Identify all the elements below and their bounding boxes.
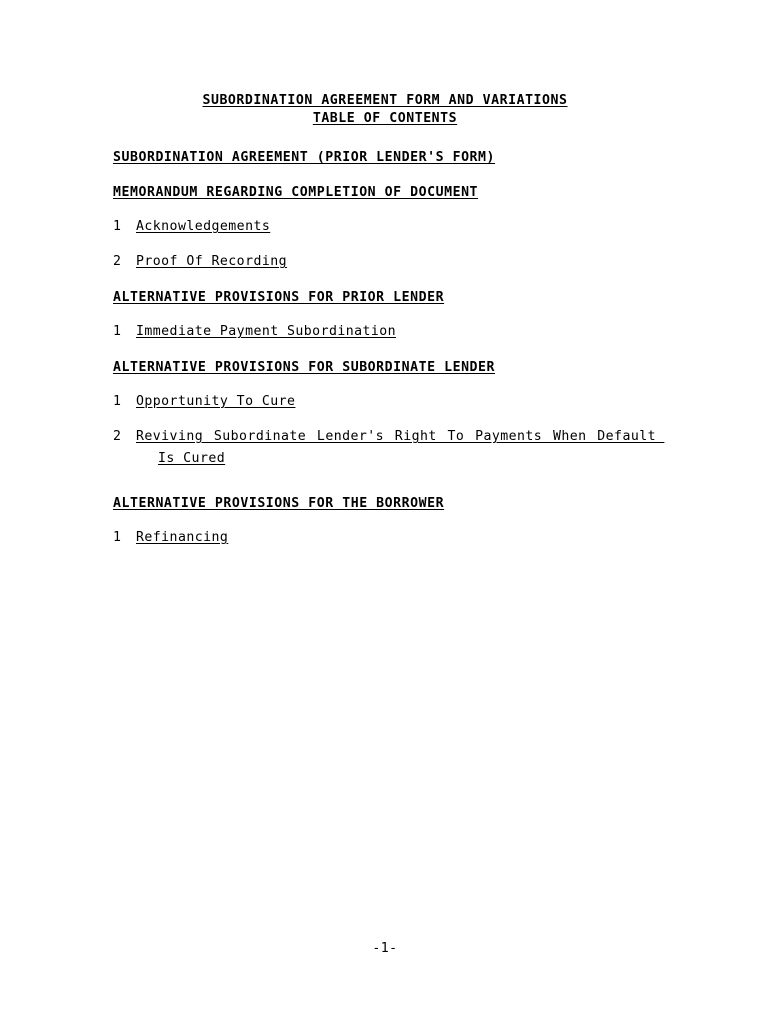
- toc-section-heading[interactable]: ALTERNATIVE PROVISIONS FOR PRIOR LENDER: [113, 290, 444, 305]
- toc-item: 2 Reviving Subordinate Lender's Right To…: [113, 426, 658, 470]
- toc-item-number: 1: [113, 530, 122, 545]
- toc-section-heading-row: ALTERNATIVE PROVISIONS FOR THE BORROWER: [113, 492, 658, 511]
- toc-item: 1 Opportunity To Cure: [113, 391, 658, 413]
- document-title-line-1: SUBORDINATION AGREEMENT FORM AND VARIATI…: [0, 92, 770, 110]
- toc-item: 2 Proof Of Recording: [113, 251, 658, 273]
- toc-item-number: 2: [113, 429, 122, 444]
- toc-section-heading[interactable]: ALTERNATIVE PROVISIONS FOR SUBORDINATE L…: [113, 360, 495, 375]
- document-title-block: SUBORDINATION AGREEMENT FORM AND VARIATI…: [0, 92, 770, 128]
- toc-section-heading[interactable]: SUBORDINATION AGREEMENT (PRIOR LENDER'S …: [113, 150, 495, 165]
- toc-item-link[interactable]: Proof Of Recording: [136, 251, 658, 273]
- document-page: SUBORDINATION AGREEMENT FORM AND VARIATI…: [0, 0, 770, 1024]
- document-title-line-2-text: TABLE OF CONTENTS: [312, 111, 458, 126]
- toc-item-link[interactable]: Acknowledgements: [136, 216, 658, 238]
- toc-item: 1 Immediate Payment Subordination: [113, 321, 658, 343]
- toc-section-heading-row: ALTERNATIVE PROVISIONS FOR PRIOR LENDER: [113, 286, 658, 305]
- toc-item: 1 Refinancing: [113, 527, 658, 549]
- document-title-line-1-text: SUBORDINATION AGREEMENT FORM AND VARIATI…: [202, 93, 568, 108]
- toc-item-link[interactable]: Reviving Subordinate Lender's Right To P…: [136, 426, 656, 470]
- toc-section-heading-row: MEMORANDUM REGARDING COMPLETION OF DOCUM…: [113, 181, 658, 200]
- table-of-contents: SUBORDINATION AGREEMENT (PRIOR LENDER'S …: [113, 146, 658, 562]
- toc-item-number: 2: [113, 254, 122, 269]
- toc-section-heading-row: ALTERNATIVE PROVISIONS FOR SUBORDINATE L…: [113, 356, 658, 375]
- document-title-line-2: TABLE OF CONTENTS: [0, 110, 770, 128]
- page-number-footer: -1-: [372, 941, 398, 956]
- toc-item-number: 1: [113, 394, 122, 409]
- toc-section-heading[interactable]: ALTERNATIVE PROVISIONS FOR THE BORROWER: [113, 496, 444, 511]
- toc-item-link[interactable]: Immediate Payment Subordination: [136, 321, 658, 343]
- toc-item-link[interactable]: Refinancing: [136, 527, 658, 549]
- toc-section-heading[interactable]: MEMORANDUM REGARDING COMPLETION OF DOCUM…: [113, 185, 478, 200]
- toc-item-number: 1: [113, 324, 122, 339]
- toc-section-heading-row: SUBORDINATION AGREEMENT (PRIOR LENDER'S …: [113, 146, 658, 165]
- toc-item-number: 1: [113, 219, 122, 234]
- toc-item: 1 Acknowledgements: [113, 216, 658, 238]
- toc-item-link[interactable]: Opportunity To Cure: [136, 391, 658, 413]
